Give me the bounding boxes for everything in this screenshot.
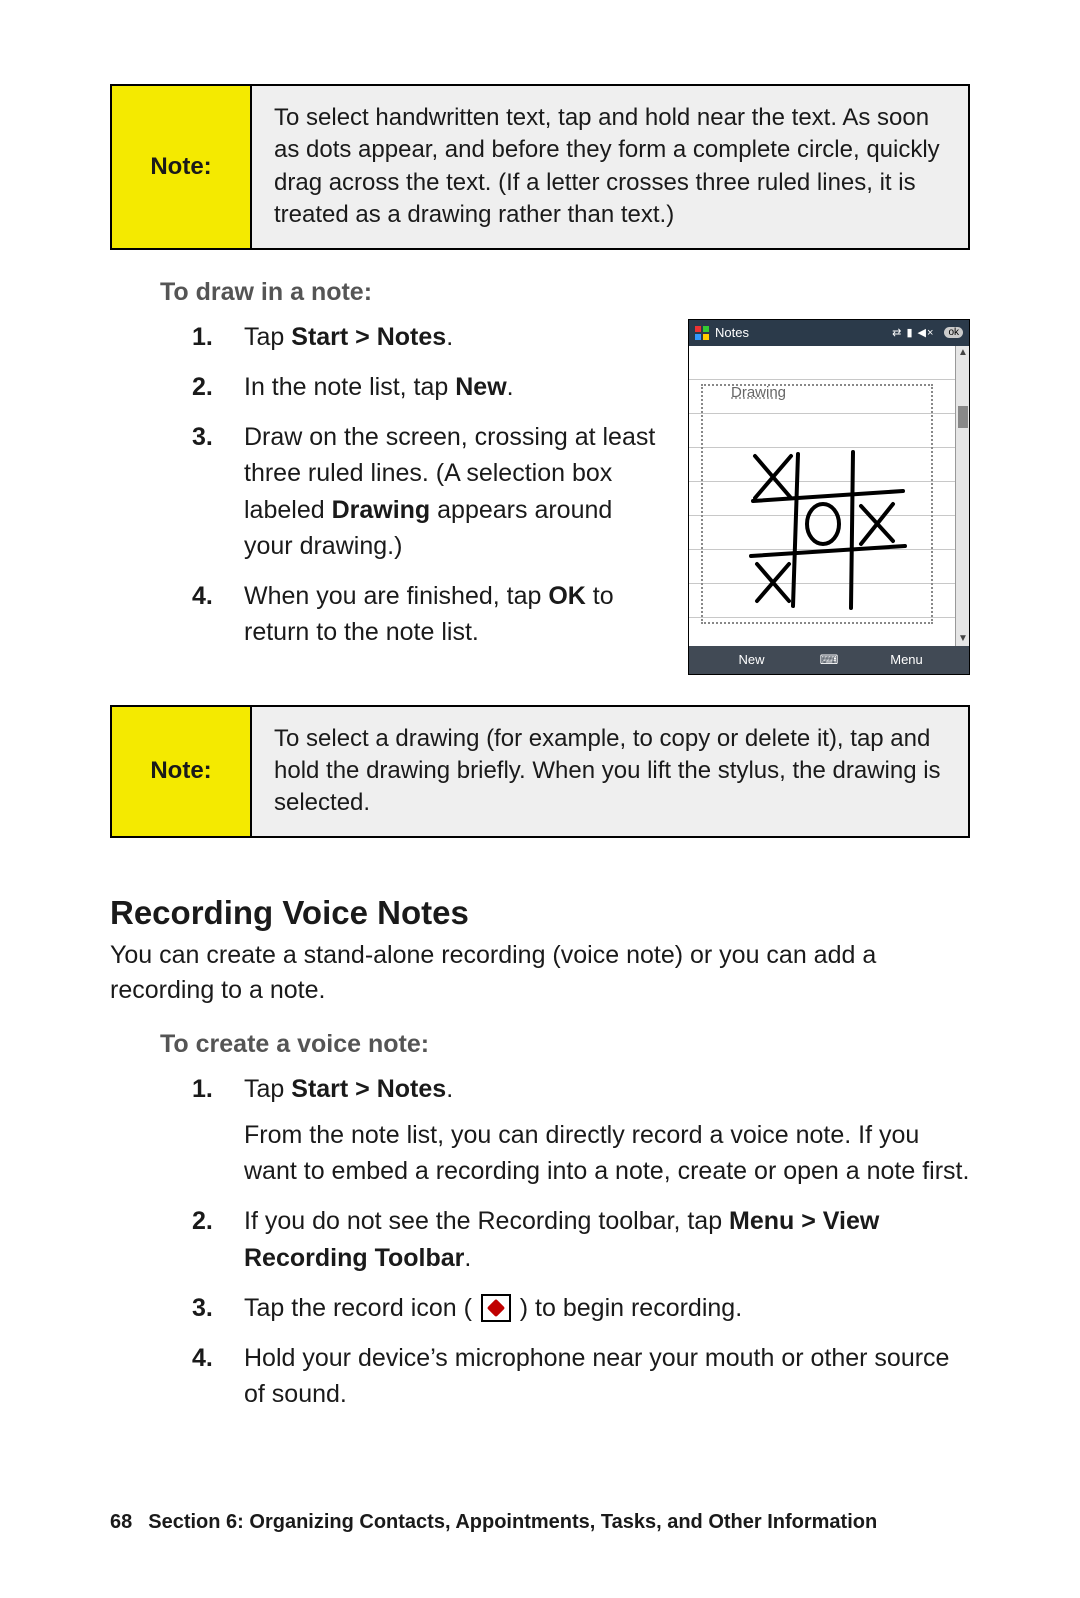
step-bold: OK [548, 582, 586, 610]
note-box-1: Note: To select handwritten text, tap an… [110, 84, 970, 250]
step-bold: Drawing [332, 496, 431, 524]
step-text: When you are finished, tap [244, 582, 548, 610]
step-3: Draw on the screen, crossing at least th… [192, 419, 666, 564]
step-bold: Start > Notes [291, 1075, 446, 1103]
device-body: Drawing [689, 346, 969, 646]
step-2: In the note list, tap New. [192, 369, 666, 405]
page-number: 68 [110, 1511, 132, 1534]
device-titlebar: Notes ⇄ ▮ ◀× ok [689, 320, 969, 346]
softkey-menu[interactable]: Menu [844, 652, 969, 667]
page-footer: 68 Section 6: Organizing Contacts, Appoi… [110, 1511, 970, 1534]
scroll-down-icon[interactable]: ▼ [958, 634, 968, 644]
step-text: In the note list, tap [244, 373, 455, 401]
record-icon [481, 1294, 511, 1322]
step-text: . [507, 373, 514, 401]
step-text: . [464, 1244, 471, 1272]
step-4: Hold your device’s microphone near your … [192, 1340, 970, 1413]
tic-tac-toe-drawing [743, 446, 913, 616]
tray-icons: ⇄ ▮ ◀× [892, 326, 934, 339]
note-body: To select handwritten text, tap and hold… [252, 86, 968, 248]
step-text: Hold your device’s microphone near your … [244, 1344, 949, 1408]
step-text: ) to begin recording. [513, 1294, 742, 1322]
scrollbar[interactable]: ▲ ▼ [955, 346, 969, 646]
voice-steps: Tap Start > Notes. From the note list, y… [192, 1071, 970, 1413]
voice-subhead: To create a voice note: [160, 1030, 970, 1059]
scroll-thumb[interactable] [958, 406, 968, 428]
step-text: Tap [244, 1075, 291, 1103]
note-label: Note: [112, 707, 252, 836]
drawing-label: Drawing [729, 384, 788, 401]
step-4: When you are finished, tap OK to return … [192, 578, 666, 651]
step-bold: Start > Notes [291, 323, 446, 351]
step-3: Tap the record icon ( ) to begin recordi… [192, 1290, 970, 1326]
step-text: If you do not see the Recording toolbar,… [244, 1207, 729, 1235]
device-screenshot: Notes ⇄ ▮ ◀× ok Drawing [688, 319, 970, 675]
step-text: Tap the record icon ( [244, 1294, 479, 1322]
keyboard-icon[interactable]: ⌨ [814, 652, 844, 668]
draw-steps: Tap Start > Notes. In the note list, tap… [192, 319, 666, 651]
step-text: . [446, 323, 453, 351]
intro-paragraph: You can create a stand-alone recording (… [110, 938, 970, 1008]
ok-button[interactable]: ok [944, 327, 963, 338]
note-body: To select a drawing (for example, to cop… [252, 707, 968, 836]
ruled-area[interactable]: Drawing [689, 346, 955, 646]
draw-subhead: To draw in a note: [160, 278, 970, 307]
drawing-selection-box: Drawing [701, 384, 933, 624]
footer-section: Section 6: Organizing Contacts, Appointm… [148, 1511, 877, 1534]
step-1: Tap Start > Notes. From the note list, y… [192, 1071, 970, 1190]
step-2: If you do not see the Recording toolbar,… [192, 1203, 970, 1276]
section-heading: Recording Voice Notes [110, 894, 970, 932]
step-bold: New [455, 373, 506, 401]
scroll-up-icon[interactable]: ▲ [958, 348, 968, 358]
windows-icon [695, 326, 709, 340]
device-title: Notes [715, 325, 749, 340]
step-1: Tap Start > Notes. [192, 319, 666, 355]
device-bottombar: New ⌨ Menu [689, 646, 969, 674]
step-subtext: From the note list, you can directly rec… [244, 1117, 970, 1190]
step-text: Tap [244, 323, 291, 351]
note-label: Note: [112, 86, 252, 248]
step-text: . [446, 1075, 453, 1103]
note-box-2: Note: To select a drawing (for example, … [110, 705, 970, 838]
softkey-new[interactable]: New [689, 652, 814, 667]
